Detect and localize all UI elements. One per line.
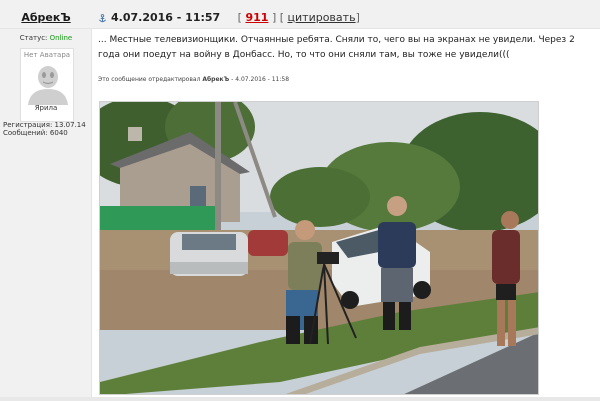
post-footer-divider — [0, 397, 600, 401]
user-panel: Статус: Online Нет Аватара Ярила Регистр… — [0, 29, 92, 401]
edited-prefix: Это сообщение отредактировал — [98, 76, 201, 83]
flood-photo-illustration — [100, 102, 538, 394]
message-count: Сообщений: 6040 — [3, 129, 68, 137]
anchor-icon[interactable] — [98, 13, 107, 23]
post-number-link[interactable]: 911 — [245, 11, 268, 24]
status-online-badge: Online — [49, 34, 73, 42]
user-rank: Ярила — [34, 104, 58, 112]
user-status: Статус: Online — [0, 34, 92, 42]
post-date: 4.07.2016 - 11:57 — [111, 11, 221, 24]
bracket-close-2: ] — [355, 11, 360, 24]
author-name-link[interactable]: АбрекЪ — [0, 0, 92, 28]
avatar-placeholder-label: Нет Аватара — [23, 51, 71, 59]
edited-note: Это сообщение отредактировал АбрекЪ - 4.… — [98, 76, 289, 83]
edited-time: - 4.07.2016 - 11:58 — [231, 76, 290, 83]
post-text: ... Местные телевизионщики. Отчаянные ре… — [98, 35, 575, 60]
registration-date: Регистрация: 13.07.14 — [3, 121, 86, 129]
edited-by-link[interactable]: АбрекЪ — [202, 76, 229, 83]
post-header: АбрекЪ 4.07.2016 - 11:57 [ 911 ] [ цитир… — [0, 0, 600, 29]
status-label: Статус: — [19, 34, 48, 42]
bracket-open-2: [ — [279, 11, 285, 24]
bracket-open: [ — [237, 11, 242, 24]
post-photo[interactable] — [99, 101, 539, 395]
bracket-close: ] — [271, 11, 277, 24]
default-avatar-icon — [28, 66, 68, 105]
post-meta: 4.07.2016 - 11:57 [ 911 ] [ цитировать] — [98, 0, 360, 28]
quote-link[interactable]: цитировать — [288, 11, 356, 24]
